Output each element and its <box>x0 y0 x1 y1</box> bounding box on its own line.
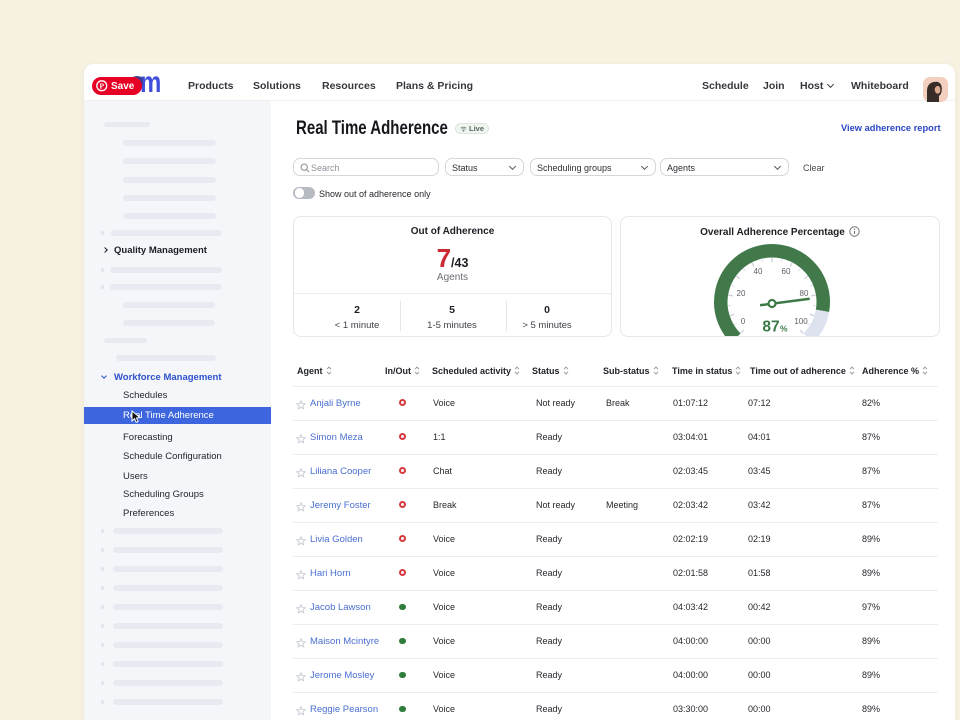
svg-text:40: 40 <box>754 267 763 276</box>
svg-text:87: 87 <box>762 319 779 336</box>
svg-text:80: 80 <box>800 289 809 298</box>
svg-text:60: 60 <box>782 267 791 276</box>
svg-text:P: P <box>99 81 104 90</box>
svg-text:100: 100 <box>794 317 808 326</box>
svg-text:20: 20 <box>737 289 746 298</box>
svg-text:0: 0 <box>741 317 746 326</box>
svg-text:%: % <box>780 324 788 334</box>
